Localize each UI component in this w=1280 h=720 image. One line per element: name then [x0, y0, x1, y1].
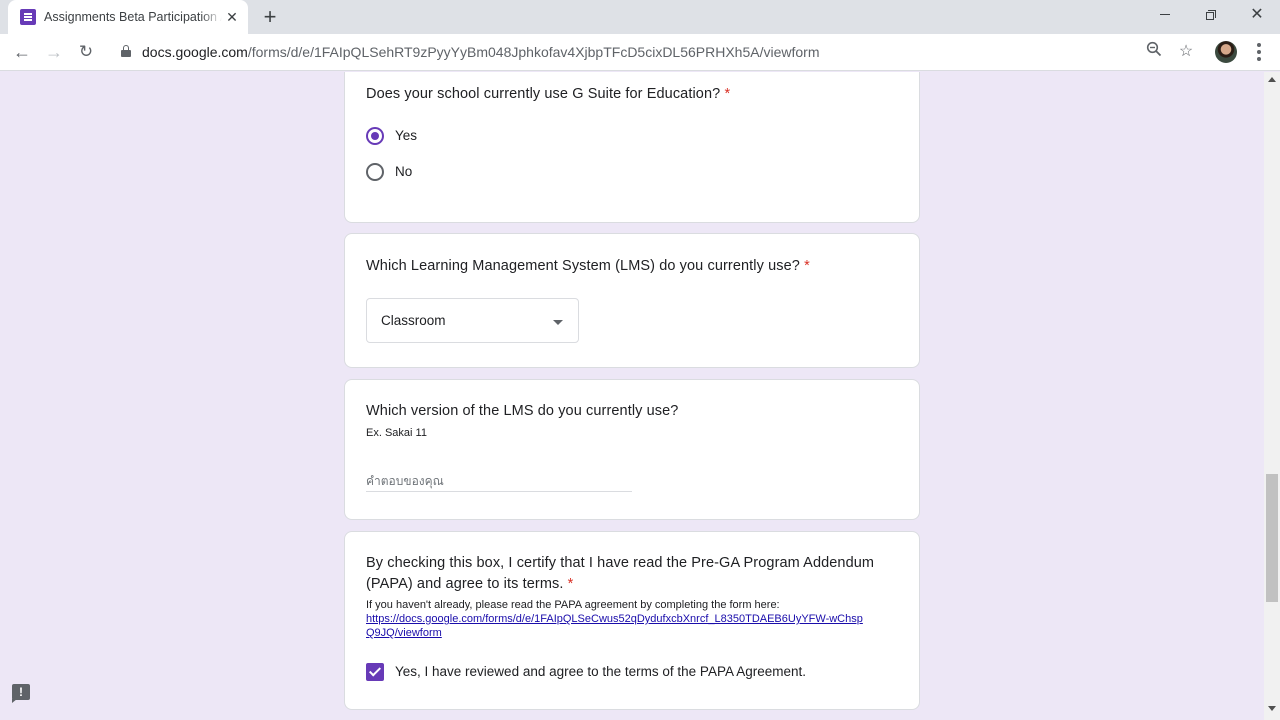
lms-dropdown[interactable]: Classroom — [366, 298, 579, 343]
lock-icon[interactable] — [121, 45, 131, 57]
star-icon[interactable]: ☆ — [1175, 41, 1197, 63]
question-title: Which version of the LMS do you currentl… — [366, 403, 679, 419]
required-asterisk: * — [804, 258, 810, 274]
reload-icon[interactable]: ↻ — [74, 40, 98, 64]
question-title: By checking this box, I certify that I h… — [366, 553, 896, 595]
restore-button[interactable] — [1188, 0, 1234, 30]
question-title-text: Does your school currently use G Suite f… — [366, 86, 721, 102]
question-title: Which Learning Management System (LMS) d… — [366, 256, 810, 277]
chevron-down-icon — [553, 320, 563, 325]
question-card-lms: Which Learning Management System (LMS) d… — [344, 233, 920, 368]
tab-close-icon[interactable]: ✕ — [224, 9, 240, 25]
scroll-down-arrow-icon[interactable] — [1268, 706, 1276, 711]
agree-checkbox-label[interactable]: Yes, I have reviewed and agree to the te… — [395, 664, 806, 679]
agree-checkbox[interactable] — [366, 663, 384, 681]
scrollbar-thumb[interactable] — [1266, 474, 1278, 602]
radio-button[interactable] — [366, 163, 384, 181]
question-card-papa: By checking this box, I certify that I h… — [344, 531, 920, 710]
avatar[interactable] — [1215, 41, 1237, 63]
tab-title: Assignments Beta Participation Agreement — [44, 10, 222, 24]
url-path: /forms/d/e/1FAIpQLSehRT9zPyyYyBm048Jphko… — [247, 44, 820, 60]
question-card-gsuite: Does your school currently use G Suite f… — [344, 72, 920, 223]
radio-label: Yes — [395, 128, 418, 143]
radio-button-checked[interactable] — [366, 127, 384, 145]
browser-toolbar: ← → ↻ docs.google.com/forms/d/e/1FAIpQLS… — [0, 34, 1280, 71]
address-bar[interactable]: docs.google.com/forms/d/e/1FAIpQLSehRT9z… — [142, 44, 820, 60]
minimize-button[interactable] — [1142, 0, 1188, 30]
forms-icon — [20, 9, 36, 25]
question-title-text: By checking this box, I certify that I h… — [366, 555, 875, 592]
dropdown-selected-value: Classroom — [381, 313, 446, 328]
question-helper-text: Ex. Sakai 11 — [366, 427, 427, 439]
required-asterisk: * — [724, 86, 731, 102]
tab-bar: Assignments Beta Participation Agreement… — [0, 0, 1280, 34]
menu-icon[interactable] — [1252, 42, 1266, 62]
url-host: docs.google.com — [142, 44, 248, 60]
question-helper-text: If you haven't already, please read the … — [366, 599, 780, 611]
close-window-button[interactable]: ✕ — [1234, 0, 1280, 30]
version-answer-input[interactable] — [366, 470, 632, 492]
question-card-version: Which version of the LMS do you currentl… — [344, 379, 920, 520]
radio-label: No — [395, 164, 413, 179]
back-arrow-icon[interactable]: ← — [10, 40, 34, 64]
scroll-up-arrow-icon[interactable] — [1268, 77, 1276, 82]
report-feedback-icon[interactable]: ! — [12, 684, 30, 703]
zoom-icon[interactable] — [1143, 41, 1165, 63]
forward-arrow-icon[interactable]: → — [42, 40, 66, 64]
question-title-text: Which Learning Management System (LMS) d… — [366, 258, 800, 274]
required-asterisk: * — [567, 576, 574, 592]
page-scrollbar[interactable] — [1264, 72, 1280, 720]
browser-tab[interactable]: Assignments Beta Participation Agreement… — [8, 0, 248, 34]
new-tab-button[interactable]: + — [258, 5, 282, 29]
question-title: Does your school currently use G Suite f… — [366, 84, 730, 105]
form-viewport: Does your school currently use G Suite f… — [0, 72, 1264, 720]
papa-agreement-link[interactable]: https://docs.google.com/forms/d/e/1FAIpQ… — [366, 612, 866, 640]
